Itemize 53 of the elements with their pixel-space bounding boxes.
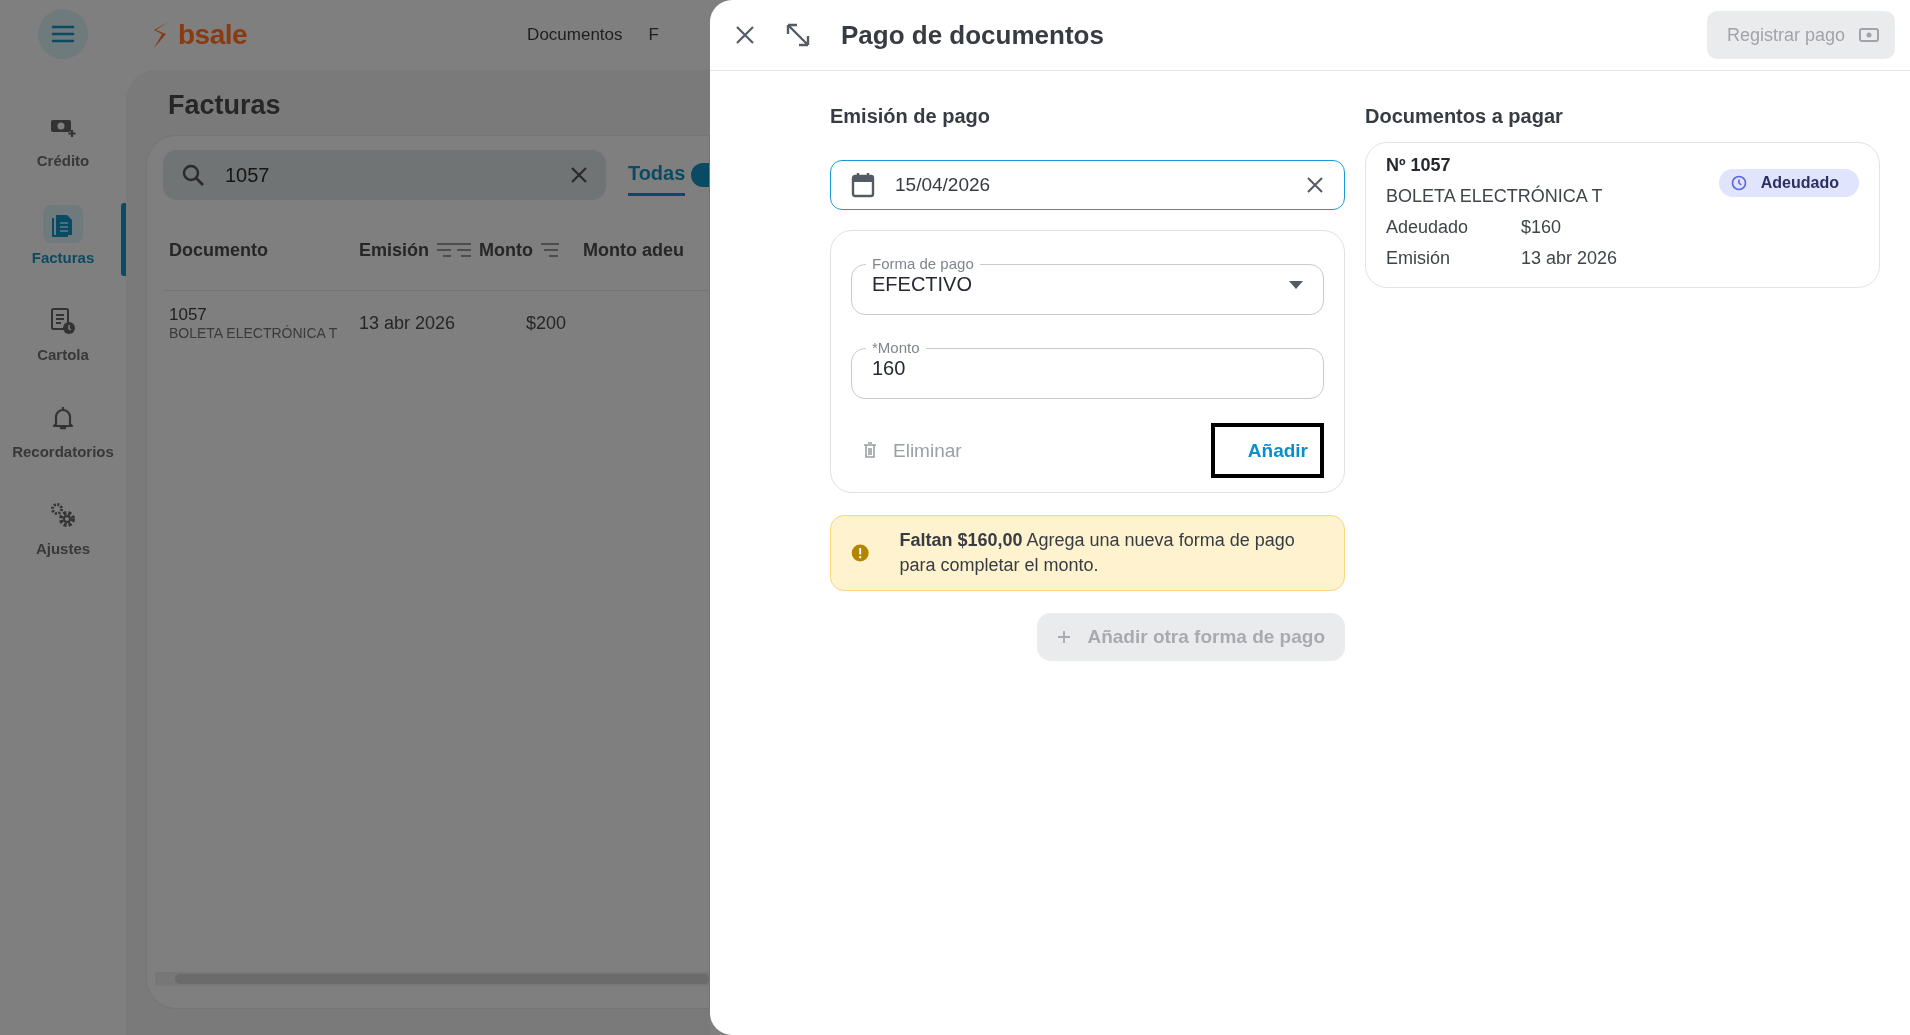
search-field[interactable]: 1057 [163,150,606,200]
tab[interactable]: Todas [627,154,686,196]
payment-method-select[interactable]: Forma de pago EFECTIVO [851,255,1324,315]
logo: bsale [178,19,248,51]
field-label: Emisión [1386,248,1452,269]
column-header: Monto [479,239,533,261]
field-label: Adeudado [1386,217,1470,238]
close-icon[interactable] [1306,176,1324,194]
clock-icon [1730,175,1747,191]
alert-message: Faltan $160,00 Agrega una nueva forma de pago para completar el monto. [899,529,1296,577]
table-cell: $200 [526,312,567,334]
trash-icon [863,442,877,459]
field-value: $160 [1521,217,1562,238]
drawer-title: Pago de documentos [841,19,1104,51]
close-icon[interactable] [735,25,755,45]
cash-plus-icon [50,117,76,137]
delete-button[interactable]: Eliminar [863,439,962,462]
date-field[interactable]: 15/04/2026 [830,160,1345,210]
section-heading: Documentos a pagar [1365,105,1564,128]
search-icon [181,163,205,187]
status-badge: Adeudado [1718,169,1859,197]
sidebar-item[interactable]: Recordatorios [0,395,126,464]
bell-icon [52,405,74,431]
nav-link[interactable]: F [648,25,659,45]
column-header: Emisión [359,239,429,261]
sidebar-item[interactable]: Ajustes [0,492,126,561]
scrollbar[interactable] [155,972,709,986]
close-icon[interactable] [569,166,588,184]
add-button[interactable]: Añadir [1211,423,1324,478]
cash-icon [1859,27,1879,43]
document-type: BOLETA ELECTRÓNICA T [169,325,339,341]
nav-link[interactable]: Documentos [527,25,623,45]
caret-icon [1289,280,1303,289]
column-header: Monto adeu [583,239,684,261]
menu-icon [50,24,76,44]
field-value: 13 abr 2026 [1521,248,1618,269]
document-number: 1057 [169,305,208,325]
table-cell-text: 13 abr 2026 [359,312,457,334]
sidebar-item[interactable]: Cartola [0,298,126,367]
sidebar-item[interactable]: Crédito [0,104,126,173]
document-type: BOLETA ELECTRÓNICA T [1386,186,1603,207]
sort-icon[interactable] [437,241,471,259]
list-clock-icon [50,307,76,335]
column-header: Documento [169,239,269,261]
calendar-icon [851,172,875,198]
menu-button[interactable] [38,9,88,59]
gears-icon [49,501,77,529]
section-heading: Emisión de pago [830,105,992,128]
document-number: Nº 1057 [1386,155,1452,176]
count-badge [691,163,709,187]
expand-icon[interactable] [785,22,811,48]
plus-icon [1057,630,1072,644]
page-title: Facturas [168,90,281,121]
